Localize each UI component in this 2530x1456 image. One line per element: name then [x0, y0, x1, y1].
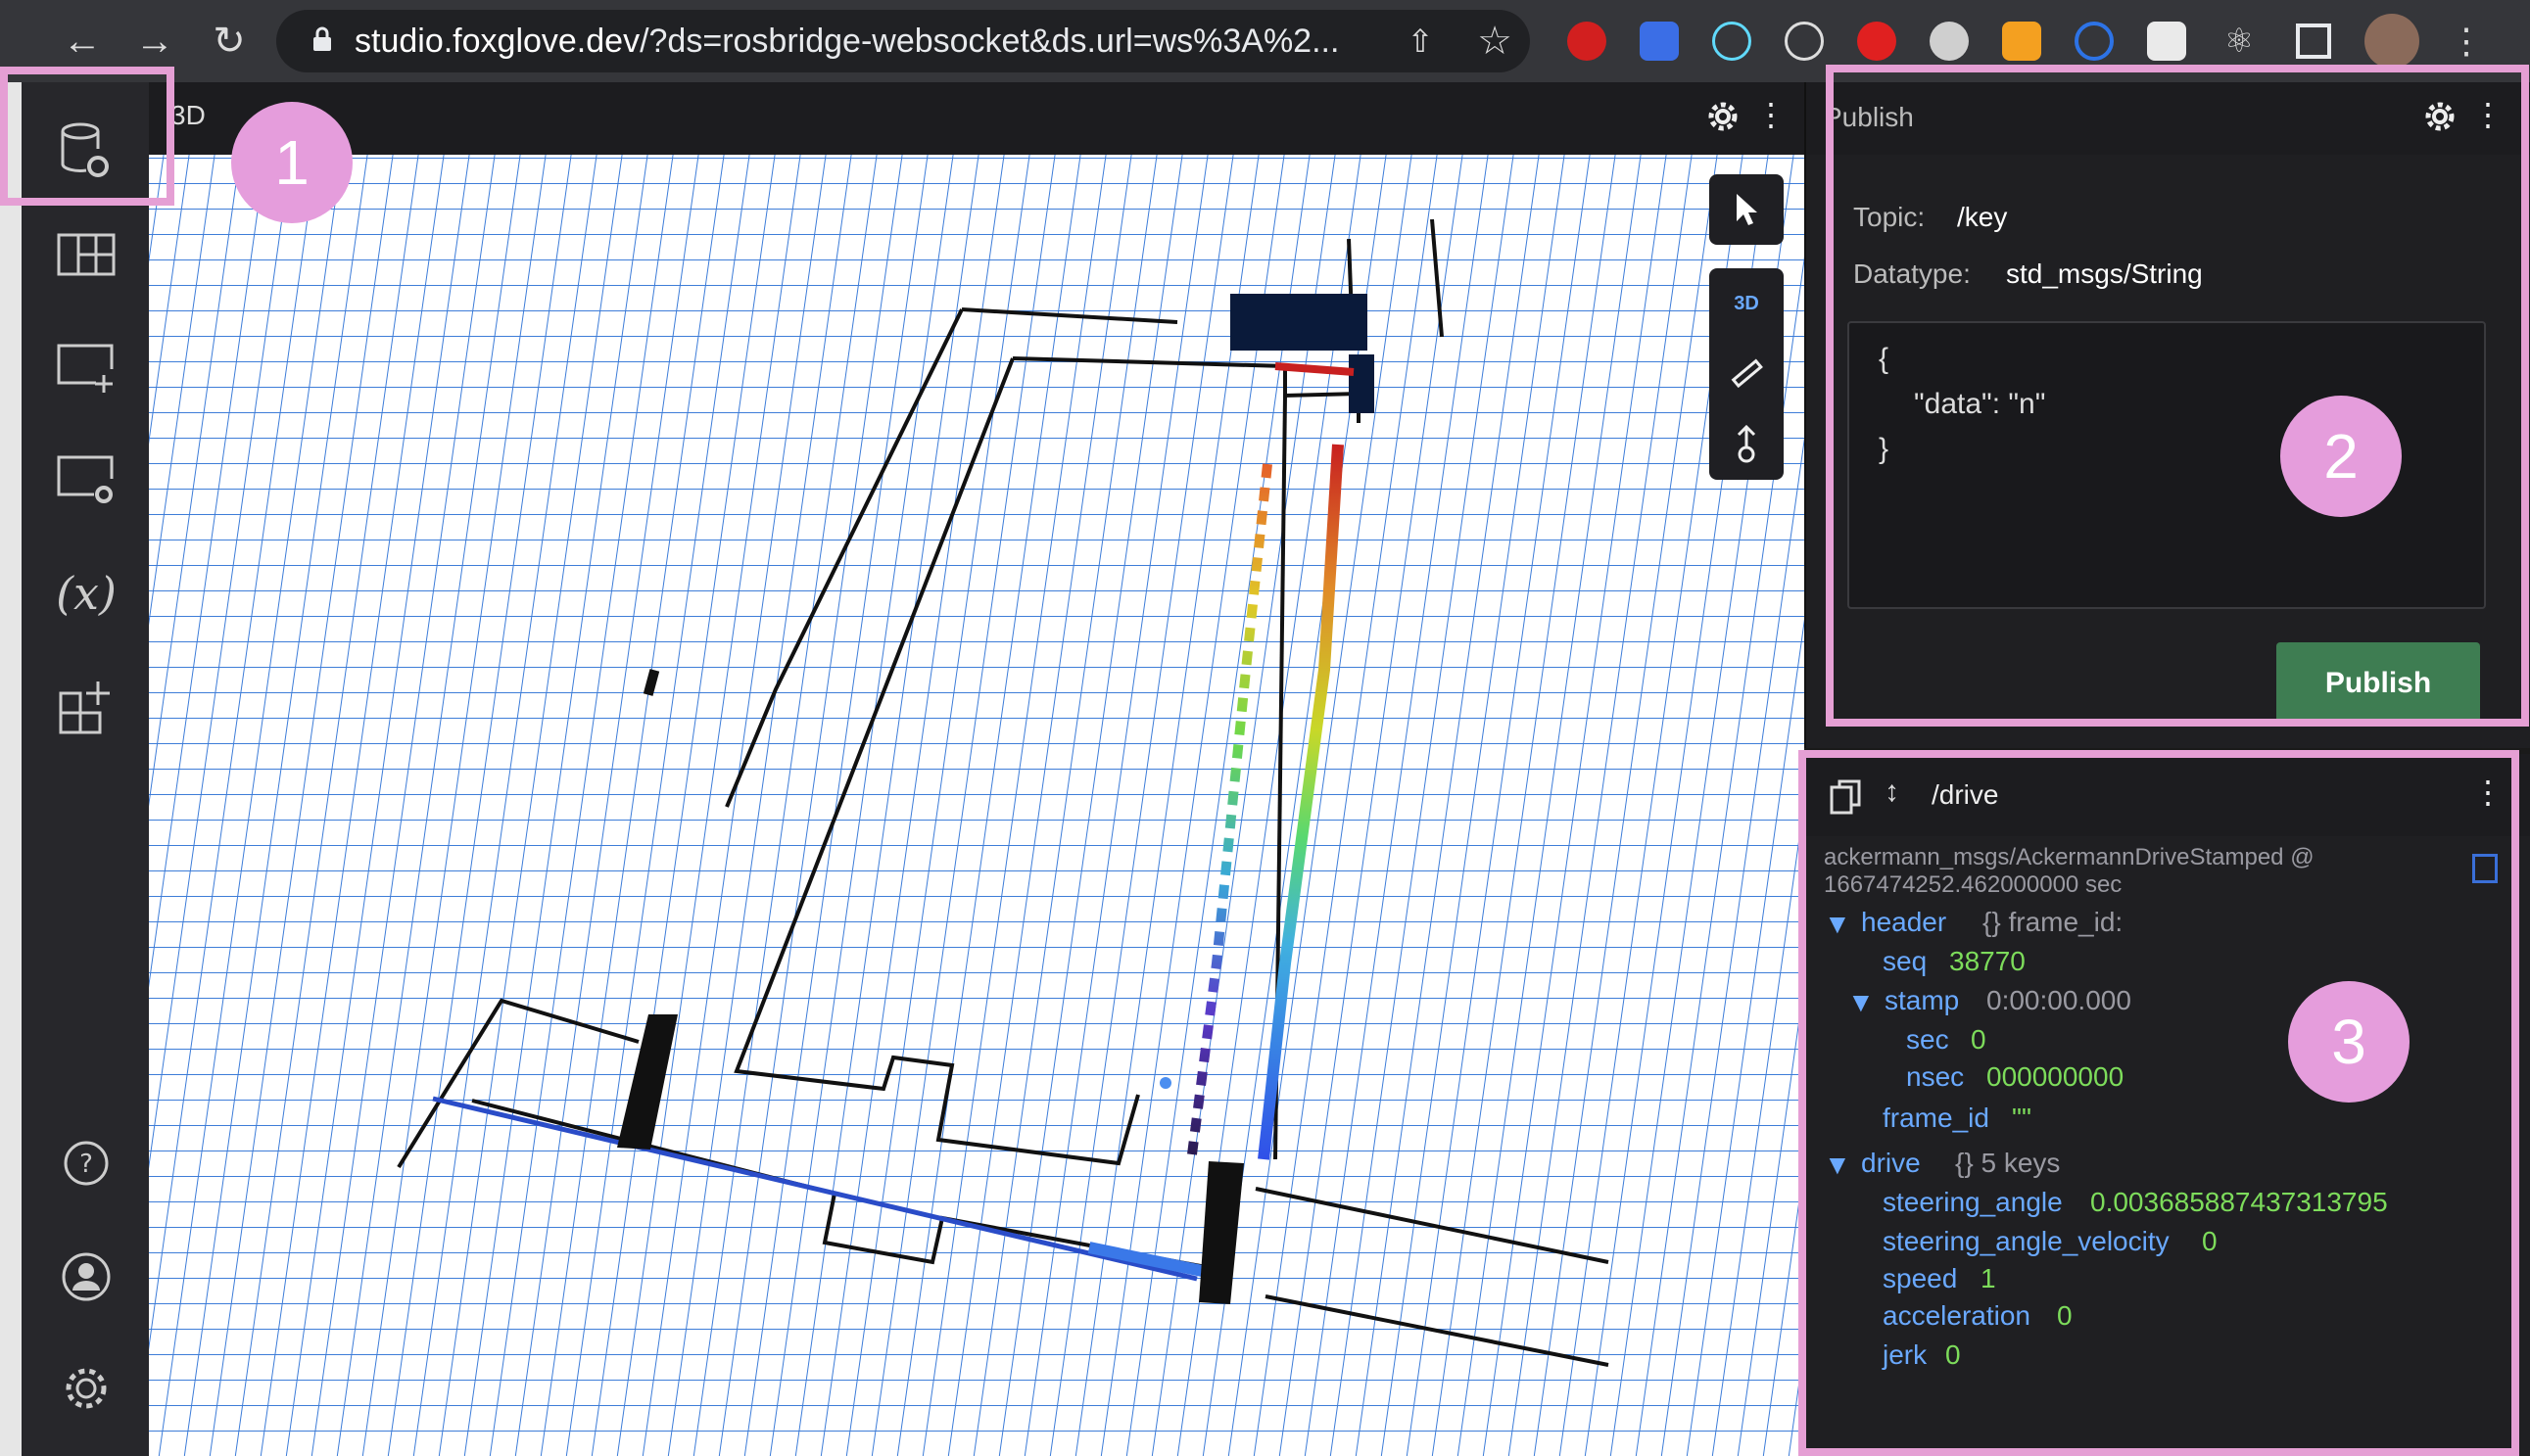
measure-ruler-icon[interactable] — [1709, 339, 1784, 409]
ground-grid — [149, 151, 1804, 1456]
sidepanel-icon[interactable] — [2296, 23, 2331, 59]
highlight-box-3 — [1798, 750, 2519, 1456]
variables-icon[interactable]: (x) — [51, 558, 121, 629]
profile-avatar[interactable] — [2364, 14, 2419, 69]
highlight-box-1 — [0, 67, 174, 206]
svg-text:?: ? — [79, 1150, 93, 1179]
share-icon[interactable]: ⇧ — [1391, 12, 1450, 70]
3d-settings-gear-icon[interactable] — [1706, 100, 1742, 135]
help-icon[interactable]: ? — [51, 1128, 121, 1198]
url-text: studio.foxglove.dev/?ds=rosbridge-websoc… — [355, 22, 1340, 60]
back-icon[interactable]: ← — [53, 12, 112, 70]
3d-panel-title: 3D — [170, 100, 206, 130]
chrome-menu-icon[interactable]: ⋮ — [2437, 12, 2496, 70]
extensions-icon[interactable] — [51, 672, 121, 742]
extension-target-icon[interactable] — [1785, 22, 1824, 61]
layout-icon[interactable] — [51, 219, 121, 290]
obstacle-block — [1230, 294, 1367, 351]
robot-marker — [1160, 1077, 1171, 1089]
3d-scene — [149, 151, 1804, 1456]
3d-mode-toggle[interactable]: 3D — [1709, 268, 1784, 339]
3d-viewport[interactable] — [149, 82, 1804, 1456]
annotation-badge-2: 2 — [2280, 396, 2402, 517]
address-bar[interactable]: studio.foxglove.dev/?ds=rosbridge-websoc… — [276, 10, 1530, 72]
3d-toolbar: 3D — [1709, 174, 1784, 480]
panel-settings-icon[interactable] — [51, 445, 121, 515]
annotation-badge-3: 3 — [2288, 981, 2410, 1103]
extension-g-icon[interactable] — [2002, 22, 2041, 61]
extension-dice-icon[interactable] — [2147, 22, 2186, 61]
forward-icon[interactable]: → — [125, 12, 184, 70]
extension-window-icon[interactable] — [1640, 22, 1679, 61]
lock-icon — [311, 25, 333, 58]
annotation-badge-1: 1 — [231, 102, 353, 223]
window-edge — [0, 82, 22, 1456]
select-tool-icon[interactable] — [1709, 174, 1784, 245]
extension-ghost-icon[interactable] — [1930, 22, 1969, 61]
reload-icon[interactable]: ↻ — [200, 12, 259, 70]
extension-play-icon[interactable] — [1857, 22, 1896, 61]
extensions-puzzle-icon[interactable]: ⚛ — [2210, 12, 2268, 70]
obstacle-block — [1349, 354, 1374, 413]
publish-pose-icon[interactable] — [1709, 409, 1784, 480]
3d-panel-menu-icon[interactable]: ⋮ — [1755, 96, 1787, 133]
app-sidebar: (x) ? — [22, 82, 151, 1456]
extension-edge-icon[interactable] — [2075, 22, 2114, 61]
highlight-box-2 — [1826, 65, 2529, 727]
settings-gear-icon[interactable] — [51, 1353, 121, 1424]
3d-panel-header: 3D ⋮ — [149, 82, 1804, 155]
add-panel-icon[interactable] — [51, 333, 121, 403]
account-icon[interactable] — [51, 1242, 121, 1312]
bookmark-star-icon[interactable]: ☆ — [1465, 12, 1524, 70]
extension-stop-icon[interactable] — [1567, 22, 1606, 61]
react-devtools-icon[interactable] — [1712, 22, 1751, 61]
